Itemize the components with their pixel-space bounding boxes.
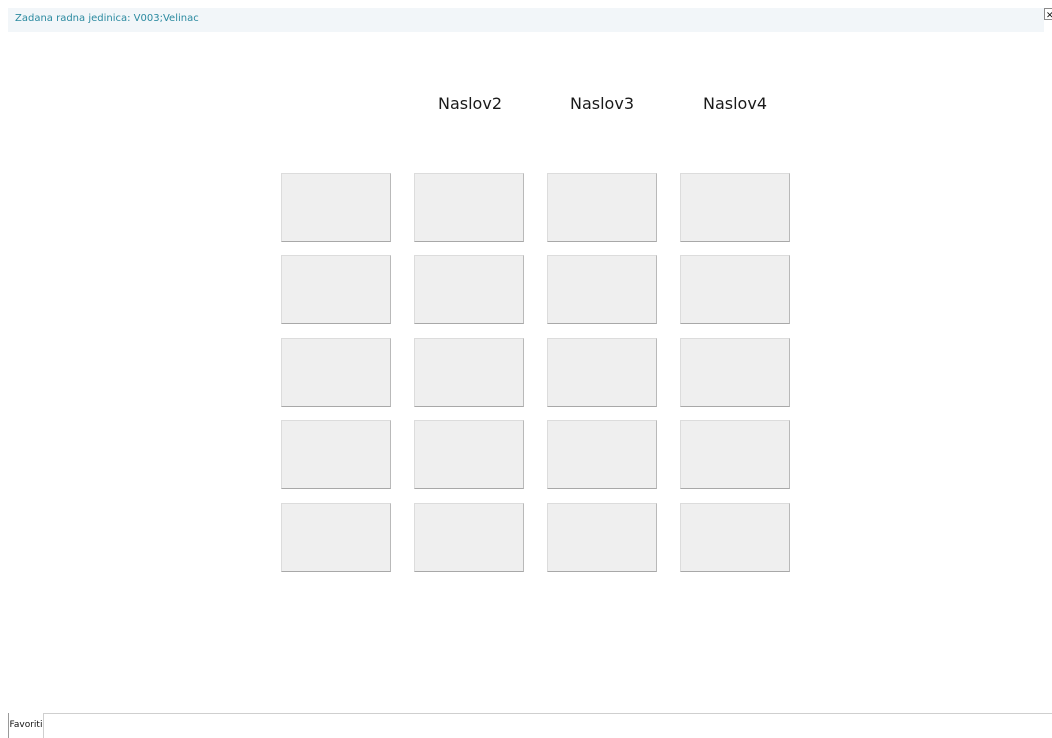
bottom-tab-bar: Favoriti [8, 713, 1052, 738]
tab-favoriti[interactable]: Favoriti [8, 713, 44, 738]
tile-button-r5-c4[interactable] [680, 503, 790, 572]
tile-button-r4-c1[interactable] [281, 420, 391, 489]
tile-button-r3-c3[interactable] [547, 338, 657, 407]
tile-button-r3-c2[interactable] [414, 338, 524, 407]
tile-button-r5-c3[interactable] [547, 503, 657, 572]
title-bar: Zadana radna jedinica: V003;Velinac [8, 8, 1044, 32]
tile-button-r4-c2[interactable] [414, 420, 524, 489]
tile-button-r1-c4[interactable] [680, 173, 790, 242]
column-header-naslov4: Naslov4 [703, 94, 767, 113]
tile-button-r1-c3[interactable] [547, 173, 657, 242]
tile-button-r4-c3[interactable] [547, 420, 657, 489]
window-title: Zadana radna jedinica: V003;Velinac [15, 13, 199, 24]
tile-button-r2-c1[interactable] [281, 255, 391, 324]
main-window: Zadana radna jedinica: V003;Velinac ✕ Na… [0, 0, 1052, 738]
tile-button-r3-c1[interactable] [281, 338, 391, 407]
tile-button-r2-c4[interactable] [680, 255, 790, 324]
left-edge [0, 0, 8, 738]
tile-button-r2-c2[interactable] [414, 255, 524, 324]
close-button[interactable]: ✕ [1044, 8, 1052, 20]
tile-button-r5-c2[interactable] [414, 503, 524, 572]
tile-button-r1-c2[interactable] [414, 173, 524, 242]
column-header-naslov2: Naslov2 [438, 94, 502, 113]
tile-button-r4-c4[interactable] [680, 420, 790, 489]
tile-button-r2-c3[interactable] [547, 255, 657, 324]
tile-button-r3-c4[interactable] [680, 338, 790, 407]
column-header-naslov3: Naslov3 [570, 94, 634, 113]
tile-button-r5-c1[interactable] [281, 503, 391, 572]
tile-button-r1-c1[interactable] [281, 173, 391, 242]
